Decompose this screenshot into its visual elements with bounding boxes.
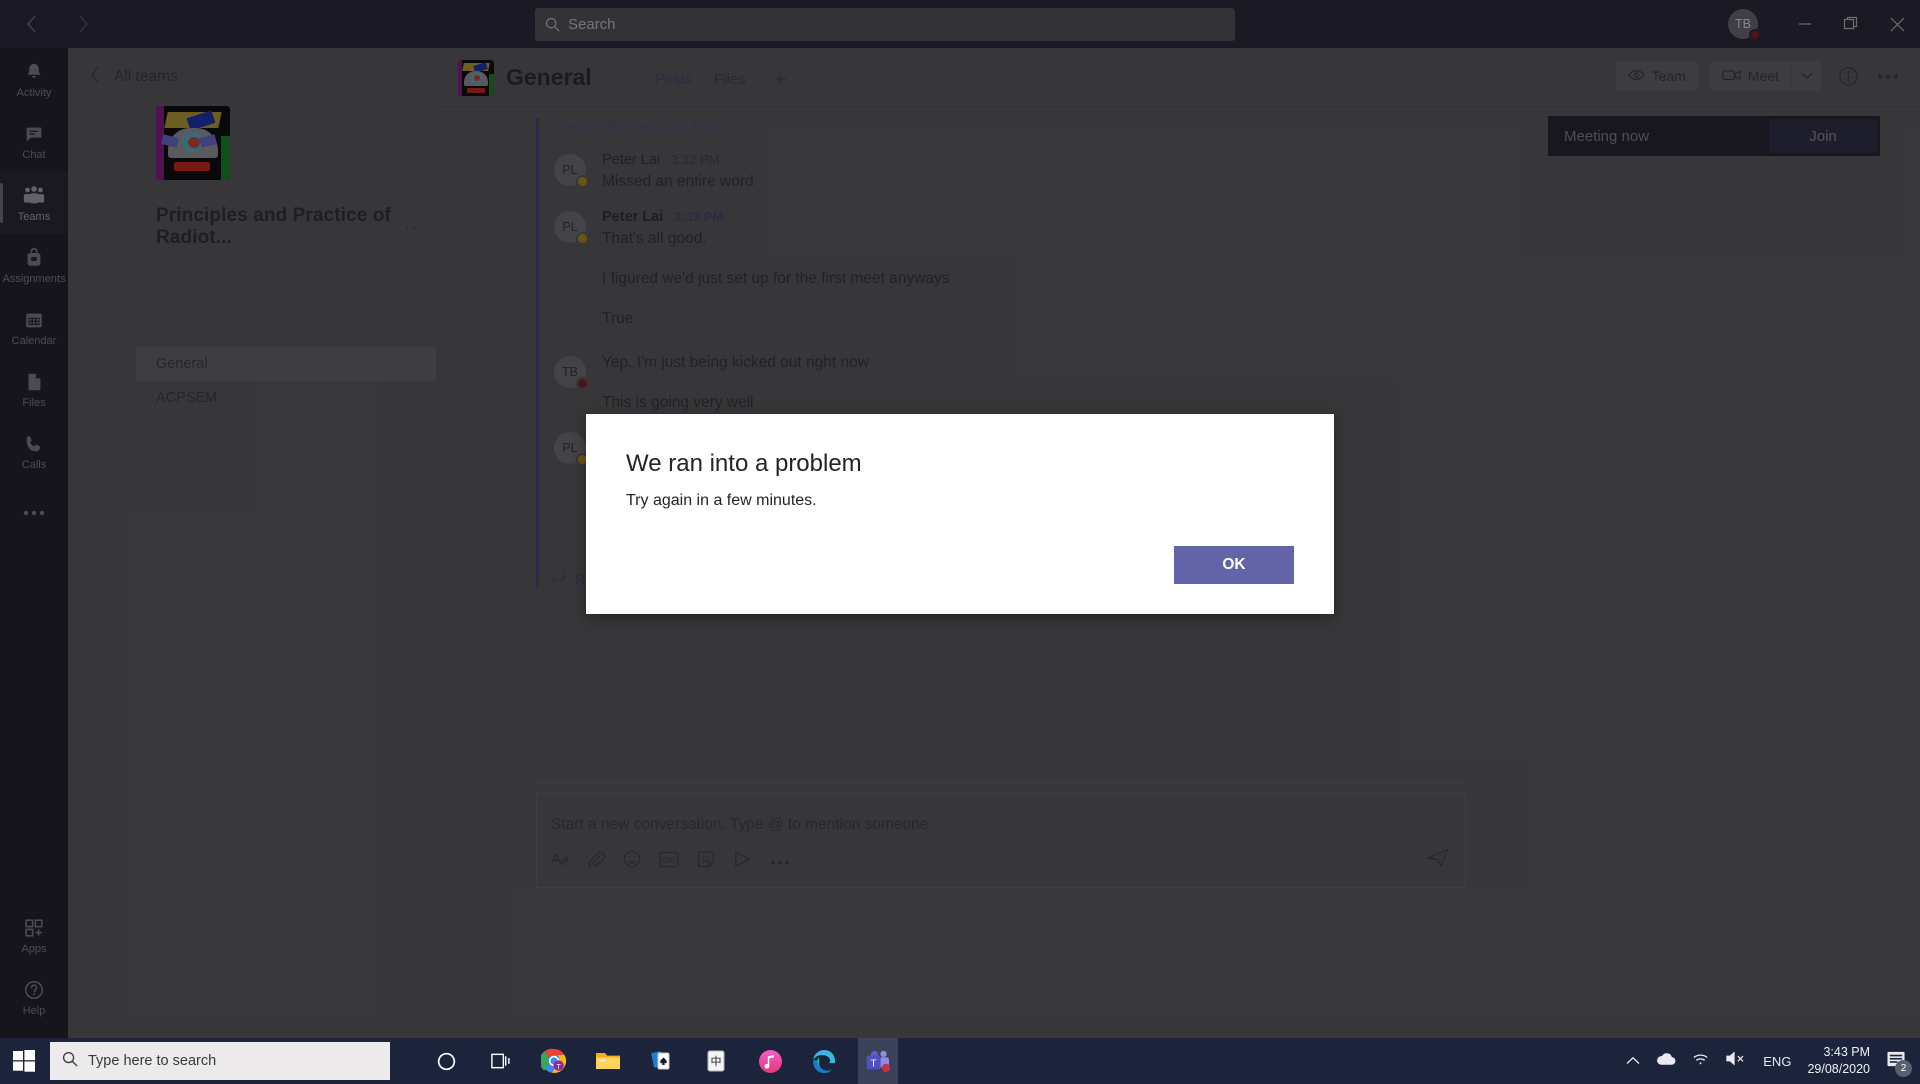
task-view-icon[interactable] <box>480 1038 520 1084</box>
cortana-icon[interactable] <box>426 1038 466 1084</box>
system-tray: ENG 3:43 PM 29/08/2020 2 <box>1626 1038 1920 1084</box>
error-dialog: We ran into a problem Try again in a few… <box>586 414 1334 614</box>
notification-count-badge: 2 <box>1895 1059 1912 1077</box>
dialog-title: We ran into a problem <box>626 450 862 477</box>
teams-icon[interactable]: T <box>858 1038 898 1084</box>
language-indicator[interactable]: ENG <box>1763 1054 1791 1069</box>
clock-date: 29/08/2020 <box>1807 1062 1870 1076</box>
taskbar-search-placeholder: Type here to search <box>88 1053 217 1069</box>
windows-taskbar: Type here to search T 中 T ENG 3:43 PM 29… <box>0 1038 1920 1084</box>
ok-button[interactable]: OK <box>1174 546 1294 584</box>
taskbar-app-icons: T 中 T <box>426 1038 898 1084</box>
cloud-icon[interactable] <box>1656 1052 1676 1071</box>
wifi-icon[interactable] <box>1692 1052 1710 1071</box>
solitaire-icon[interactable] <box>642 1038 682 1084</box>
svg-text:中: 中 <box>711 1055 722 1068</box>
teams-desktop-window: Search TB Activity Chat Teams Assignment… <box>0 0 1920 1084</box>
speaker-muted-icon[interactable] <box>1726 1051 1747 1071</box>
edge-icon[interactable] <box>804 1038 844 1084</box>
chrome-icon[interactable]: T <box>534 1038 574 1084</box>
file-explorer-icon[interactable] <box>588 1038 628 1084</box>
clock[interactable]: 3:43 PM 29/08/2020 <box>1807 1044 1870 1078</box>
windows-logo-icon[interactable] <box>0 1038 48 1084</box>
clock-time: 3:43 PM <box>1823 1045 1870 1060</box>
itunes-icon[interactable] <box>750 1038 790 1084</box>
taskbar-search-input[interactable]: Type here to search <box>50 1042 390 1080</box>
svg-text:T: T <box>556 1064 561 1071</box>
chevron-up-icon[interactable] <box>1626 1052 1640 1070</box>
dialog-message: Try again in a few minutes. <box>626 492 817 509</box>
mahjong-icon[interactable]: 中 <box>696 1038 736 1084</box>
search-icon <box>62 1051 78 1072</box>
svg-text:T: T <box>871 1058 877 1069</box>
notification-icon[interactable]: 2 <box>1886 1050 1912 1077</box>
